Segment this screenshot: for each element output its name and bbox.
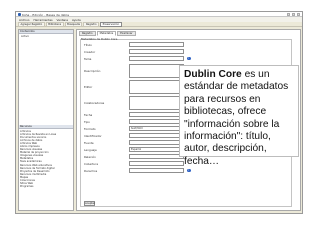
relacion-field[interactable]: [129, 154, 184, 159]
label-descripcion: Descripción: [84, 69, 101, 73]
callout-body: es un estándar de metadatos para recurso…: [184, 69, 289, 167]
editor-field[interactable]: [129, 80, 184, 94]
label-fuente: Fuente: [84, 141, 94, 145]
minimize-icon[interactable]: [287, 13, 290, 16]
contents-item-activo[interactable]: Activo: [21, 35, 29, 38]
app-logo-icon: [18, 13, 21, 16]
accept-button[interactable]: Aceptar: [84, 201, 95, 206]
derechos-field[interactable]: [129, 168, 184, 173]
group-title: Metadatos de Dublin Core: [81, 37, 118, 41]
toolbar-preservacion[interactable]: Preservación: [100, 21, 122, 27]
label-cobertura: Cobertura: [84, 162, 99, 166]
tab-examinar[interactable]: Examinar: [117, 31, 136, 37]
titulo-field[interactable]: [129, 42, 184, 47]
window-controls: [287, 13, 300, 16]
identificador-field[interactable]: [129, 133, 184, 138]
lenguaje-select[interactable]: Español: [129, 147, 184, 152]
help-icon[interactable]: i: [187, 56, 191, 61]
label-identificador: Identificador: [84, 134, 102, 138]
tipo-field[interactable]: [129, 119, 184, 124]
resources-list: Artículos Artículos de Revista en Línea …: [20, 130, 73, 188]
descripcion-field[interactable]: [129, 64, 184, 78]
toolbar: Agregar Registro Biblioteca Búsqueda Reg…: [16, 21, 302, 27]
label-fecha: Fecha: [84, 113, 93, 117]
fecha-field[interactable]: [129, 112, 184, 117]
toolbar-registro[interactable]: Registro: [83, 21, 100, 27]
tab-metadatos[interactable]: Metadatos: [96, 31, 117, 37]
creador-field[interactable]: [129, 49, 184, 54]
colaboradores-field[interactable]: [129, 96, 184, 110]
label-colaboradores: Colaboradores: [84, 101, 105, 105]
toolbar-busqueda[interactable]: Búsqueda: [64, 21, 83, 27]
label-tipo: Tipo: [84, 120, 90, 124]
list-item[interactable]: Programas: [20, 185, 73, 188]
label-creador: Creador: [84, 50, 96, 54]
label-titulo: Título: [84, 43, 92, 47]
maximize-icon[interactable]: [292, 13, 295, 16]
toolbar-agregar-registro[interactable]: Agregar Registro: [18, 21, 45, 27]
tab-strip: Registro Metadatos Examinar: [79, 31, 136, 37]
label-editor: Editor: [84, 85, 93, 89]
tab-registro[interactable]: Registro: [79, 31, 96, 37]
contents-header: Contenidos: [19, 30, 73, 34]
fuente-field[interactable]: [129, 140, 184, 145]
close-icon[interactable]: [297, 13, 300, 16]
help-icon[interactable]: i: [187, 168, 191, 173]
callout-text-box: Dublin Core es un estándar de metadatos …: [179, 65, 299, 167]
tema-field[interactable]: [129, 56, 184, 61]
label-formato: Formato: [84, 127, 96, 131]
label-derechos: Derechos: [84, 169, 98, 173]
cobertura-field[interactable]: [129, 161, 184, 166]
label-relacion: Relación: [84, 155, 96, 159]
resources-header: Recursos: [19, 125, 73, 129]
callout-bold-term: Dublin Core: [184, 69, 242, 80]
toolbar-biblioteca[interactable]: Biblioteca: [45, 21, 64, 27]
left-panel: Contenidos Activo Recursos Artículos Art…: [18, 29, 74, 211]
label-tema: Tema: [84, 57, 92, 61]
label-lenguaje: Lenguaje: [84, 148, 97, 152]
formato-select[interactable]: text/html: [129, 126, 184, 131]
